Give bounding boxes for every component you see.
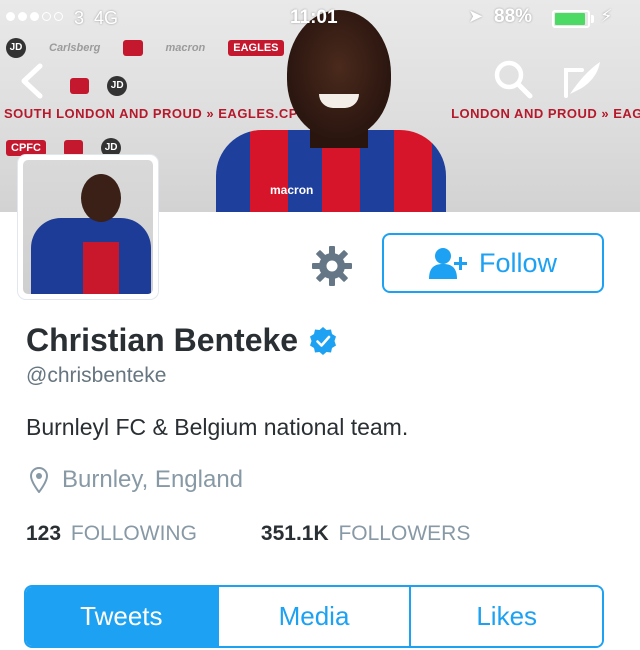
verified-badge-icon xyxy=(310,326,337,355)
follow-button[interactable]: Follow xyxy=(382,233,604,293)
shirt-sponsor: macron xyxy=(270,183,314,197)
followers-count: 351.1K xyxy=(260,522,329,545)
tab-tweets[interactable]: Tweets xyxy=(26,587,217,646)
sponsor-logo: EAGLES xyxy=(228,40,284,56)
profile-bio: Burnleyl FC & Belgium national team. xyxy=(26,414,409,440)
profile-avatar[interactable] xyxy=(18,155,158,299)
search-icon[interactable] xyxy=(492,58,534,100)
status-time: 11:01 xyxy=(290,7,338,28)
tab-media[interactable]: Media xyxy=(216,587,410,646)
avatar-head xyxy=(81,174,121,222)
sponsor-logo: JD xyxy=(107,76,128,96)
battery-percent: 88% xyxy=(494,6,533,27)
avatar-shirt-stripe xyxy=(83,242,119,294)
followers-stat[interactable]: 351.1K FOLLOWERS xyxy=(261,522,470,546)
sponsor-logo xyxy=(63,140,84,156)
following-count: 123 xyxy=(26,522,62,545)
battery-tip xyxy=(591,15,594,23)
profile-name: Christian Benteke xyxy=(26,322,338,359)
sponsor-logo: Carlsberg xyxy=(49,42,101,54)
back-arrow-icon[interactable] xyxy=(14,62,52,100)
sponsor-logo: macron xyxy=(165,42,206,54)
charging-bolt-icon: ⚡ xyxy=(600,6,613,26)
avatar-image xyxy=(23,160,153,294)
follow-button-label: Follow xyxy=(478,247,558,278)
battery-icon xyxy=(552,10,590,28)
tab-likes[interactable]: Likes xyxy=(409,587,602,646)
profile-handle: @chrisbenteke xyxy=(26,364,167,387)
profile-stats: 123 FOLLOWING 351.1K FOLLOWERS xyxy=(26,522,470,546)
location-arrow-icon: ➤ xyxy=(468,6,484,26)
following-label: FOLLOWING xyxy=(70,522,197,545)
compose-tweet-icon[interactable] xyxy=(560,56,606,102)
signal-strength-icon xyxy=(6,12,63,21)
location-text: Burnley, England xyxy=(62,466,244,493)
profile-location: Burnley, England xyxy=(30,466,243,494)
add-user-icon xyxy=(428,248,467,279)
sponsor-logo: CPFC xyxy=(6,140,46,156)
sponsor-logo xyxy=(70,78,90,94)
following-stat[interactable]: 123 FOLLOWING xyxy=(26,522,197,546)
display-name: Christian Benteke xyxy=(26,322,299,358)
settings-gear-icon[interactable] xyxy=(310,244,354,288)
location-pin-icon xyxy=(30,467,48,493)
carrier-label: 3 4G xyxy=(74,8,119,28)
status-bar: 3 4G 11:01 ➤ 88% ⚡ xyxy=(0,0,640,36)
profile-tabs: Tweets Media Likes xyxy=(24,585,604,648)
followers-label: FOLLOWERS xyxy=(338,522,471,545)
sponsor-logo xyxy=(123,40,143,56)
sponsor-logo: JD xyxy=(6,38,26,58)
